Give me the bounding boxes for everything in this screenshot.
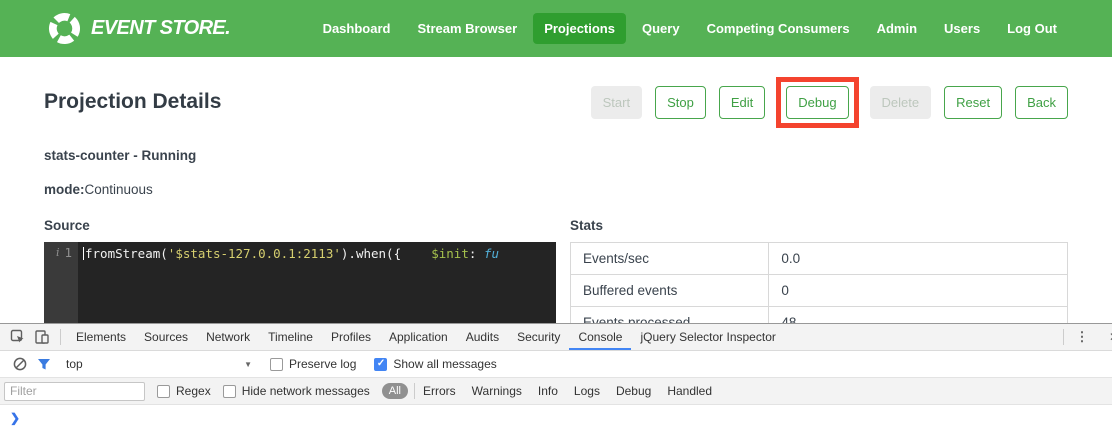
- gutter-info-icon: i: [56, 246, 60, 259]
- mode-label: mode:: [44, 182, 85, 197]
- tabbar-separator: [60, 329, 61, 345]
- log-level-filters: Errors Warnings Info Logs Debug Handled: [423, 384, 712, 398]
- back-button[interactable]: Back: [1015, 86, 1068, 119]
- filter-handled[interactable]: Handled: [667, 384, 712, 398]
- filter-warnings[interactable]: Warnings: [472, 384, 522, 398]
- tab-profiles[interactable]: Profiles: [322, 324, 380, 350]
- nav-item-projections[interactable]: Projections: [533, 13, 626, 44]
- tab-audits[interactable]: Audits: [457, 324, 508, 350]
- console-toolbar: top ▼ Preserve log Show all messages: [0, 351, 1112, 378]
- preserve-log-label: Preserve log: [289, 357, 356, 371]
- tab-application[interactable]: Application: [380, 324, 457, 350]
- eventstore-logo-icon: [48, 12, 81, 45]
- prompt-chevron-icon: ❯: [10, 411, 20, 425]
- projection-mode: mode:Continuous: [44, 182, 1068, 197]
- nav-item-admin[interactable]: Admin: [866, 13, 928, 44]
- filter-all-badge[interactable]: All: [382, 383, 408, 399]
- console-filterbar: Regex Hide network messages All Errors W…: [0, 378, 1112, 405]
- tab-security[interactable]: Security: [508, 324, 569, 350]
- table-row: Buffered events 0: [571, 275, 1067, 307]
- brand-text: EVENT STORE.: [91, 17, 230, 40]
- tab-timeline[interactable]: Timeline: [259, 324, 322, 350]
- eventstore-brand[interactable]: EVENT STORE.: [48, 12, 230, 45]
- tab-jquery-selector-inspector[interactable]: jQuery Selector Inspector: [631, 324, 784, 350]
- filter-errors[interactable]: Errors: [423, 384, 456, 398]
- delete-button: Delete: [870, 86, 932, 119]
- filter-logs[interactable]: Logs: [574, 384, 600, 398]
- main-nav: Dashboard Stream Browser Projections Que…: [312, 13, 1068, 44]
- nav-item-competing-consumers[interactable]: Competing Consumers: [696, 13, 861, 44]
- console-filter-icon[interactable]: [32, 351, 56, 377]
- devtools-menu-icon[interactable]: ⋮: [1070, 324, 1094, 350]
- hide-network-checkbox[interactable]: [223, 385, 236, 398]
- nav-item-users[interactable]: Users: [933, 13, 991, 44]
- filter-info[interactable]: Info: [538, 384, 558, 398]
- table-row: Events/sec 0.0: [571, 243, 1067, 275]
- nav-item-stream-browser[interactable]: Stream Browser: [406, 13, 528, 44]
- projection-actions: Start Stop Edit Debug Delete Reset Back: [591, 86, 1068, 119]
- preserve-log-checkbox[interactable]: [270, 358, 283, 371]
- preserve-log-toggle[interactable]: Preserve log: [270, 357, 356, 371]
- show-all-messages-toggle[interactable]: Show all messages: [374, 357, 496, 371]
- inspect-element-icon[interactable]: [6, 324, 30, 350]
- stats-panel-label: Stats: [570, 218, 1068, 233]
- start-button: Start: [591, 86, 642, 119]
- nav-item-logout[interactable]: Log Out: [996, 13, 1068, 44]
- page-content: Projection Details Start Stop Edit Debug…: [0, 77, 1112, 354]
- filter-input[interactable]: [4, 382, 145, 401]
- page-title: Projection Details: [44, 90, 221, 114]
- devtools-panel: Elements Sources Network Timeline Profil…: [0, 323, 1112, 440]
- tab-elements[interactable]: Elements: [67, 324, 135, 350]
- tab-network[interactable]: Network: [197, 324, 259, 350]
- debug-highlight-annotation: Debug: [776, 77, 858, 128]
- tabbar-separator: [1063, 329, 1064, 345]
- show-all-messages-label: Show all messages: [393, 357, 496, 371]
- line-number: 1: [64, 245, 72, 260]
- execution-context-select[interactable]: top ▼: [66, 357, 252, 371]
- reset-button[interactable]: Reset: [944, 86, 1002, 119]
- console-prompt[interactable]: ❯: [0, 405, 1112, 440]
- source-panel-label: Source: [44, 218, 556, 233]
- edit-button[interactable]: Edit: [719, 86, 765, 119]
- hide-network-toggle[interactable]: Hide network messages: [223, 384, 370, 398]
- show-all-messages-checkbox[interactable]: [374, 358, 387, 371]
- text-caret: [83, 247, 84, 260]
- top-navbar: EVENT STORE. Dashboard Stream Browser Pr…: [0, 0, 1112, 57]
- chevron-down-icon: ▼: [244, 360, 252, 369]
- filterbar-separator: [414, 383, 415, 399]
- projection-status: stats-counter - Running: [44, 148, 1068, 163]
- regex-toggle[interactable]: Regex: [157, 384, 211, 398]
- stop-button[interactable]: Stop: [655, 86, 706, 119]
- hide-network-label: Hide network messages: [242, 384, 370, 398]
- filter-debug[interactable]: Debug: [616, 384, 651, 398]
- regex-checkbox[interactable]: [157, 385, 170, 398]
- tabbar-right-controls: ⋮: [1057, 324, 1112, 350]
- tab-sources[interactable]: Sources: [135, 324, 197, 350]
- device-toolbar-icon[interactable]: [30, 324, 54, 350]
- tab-console[interactable]: Console: [569, 324, 631, 350]
- clear-console-icon[interactable]: [8, 351, 32, 377]
- mode-value: Continuous: [85, 182, 153, 197]
- nav-item-query[interactable]: Query: [631, 13, 691, 44]
- debug-button[interactable]: Debug: [786, 86, 848, 119]
- execution-context-value: top: [66, 357, 83, 371]
- nav-item-dashboard[interactable]: Dashboard: [312, 13, 402, 44]
- devtools-tabbar: Elements Sources Network Timeline Profil…: [0, 324, 1112, 351]
- regex-label: Regex: [176, 384, 211, 398]
